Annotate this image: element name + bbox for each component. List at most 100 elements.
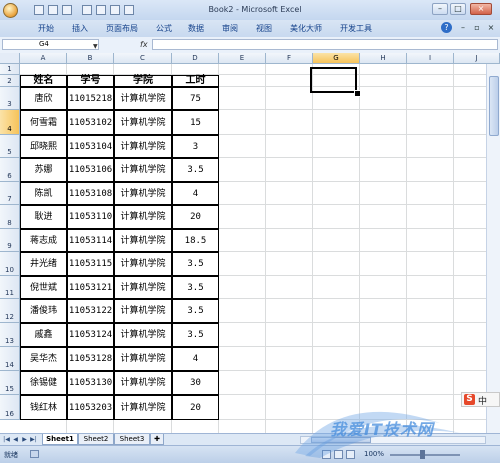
row-header-15[interactable]: 15 [0, 371, 20, 395]
cell-name[interactable]: 陈凯 [20, 182, 67, 205]
cell-student-id[interactable]: 11053102 [67, 110, 114, 135]
tab-beautify[interactable]: 美化大师 [290, 23, 322, 35]
cell-hours[interactable]: 3 [172, 135, 219, 158]
row-header-10[interactable]: 10 [0, 252, 20, 276]
cell-name[interactable]: 潘俊玮 [20, 299, 67, 323]
row-header-11[interactable]: 11 [0, 276, 20, 299]
cell-student-id[interactable]: 11053128 [67, 347, 114, 371]
cell-name[interactable]: 吴华杰 [20, 347, 67, 371]
cell-name[interactable]: 倪世斌 [20, 276, 67, 299]
cell-name[interactable]: 邱晓熙 [20, 135, 67, 158]
cell-college[interactable]: 计算机学院 [114, 158, 172, 182]
cell-college[interactable]: 计算机学院 [114, 110, 172, 135]
prev-sheet-icon[interactable]: ◀ [12, 435, 19, 444]
fill-handle[interactable] [354, 90, 361, 97]
close-button[interactable]: × [470, 3, 492, 15]
fx-icon[interactable]: fx [140, 40, 148, 49]
macro-record-icon[interactable] [30, 450, 39, 458]
header-hours[interactable]: 工时 [172, 75, 219, 87]
cell-hours[interactable]: 18.5 [172, 229, 219, 252]
vertical-scrollbar[interactable] [486, 64, 500, 433]
cell-student-id[interactable]: 11053124 [67, 323, 114, 347]
cell-hours[interactable]: 3.5 [172, 323, 219, 347]
column-header-e[interactable]: E [219, 53, 266, 64]
cell-college[interactable]: 计算机学院 [114, 347, 172, 371]
cell-student-id[interactable]: 11053110 [67, 205, 114, 229]
header-student-id[interactable]: 学号 [67, 75, 114, 87]
tab-insert[interactable]: 插入 [72, 23, 88, 35]
print-preview-icon[interactable] [96, 5, 106, 15]
row-header-14[interactable]: 14 [0, 347, 20, 371]
tab-data[interactable]: 数据 [188, 23, 204, 35]
first-sheet-icon[interactable]: |◀ [3, 435, 10, 444]
cell-student-id[interactable]: 11053106 [67, 158, 114, 182]
cell-name[interactable]: 蒋志成 [20, 229, 67, 252]
cell-hours[interactable]: 75 [172, 87, 219, 110]
ime-language[interactable]: 中 [478, 394, 487, 407]
column-header-i[interactable]: I [407, 53, 454, 64]
minimize-button[interactable]: – [432, 3, 448, 15]
cell-student-id[interactable]: 11053122 [67, 299, 114, 323]
column-header-a[interactable]: A [20, 53, 67, 64]
column-header-g[interactable]: G [313, 53, 360, 64]
cell-student-id[interactable]: 11053130 [67, 371, 114, 395]
cell-hours[interactable]: 3.5 [172, 276, 219, 299]
ribbon-minimize-icon[interactable]: – [458, 23, 468, 33]
cell-name[interactable]: 耿进 [20, 205, 67, 229]
row-header-8[interactable]: 8 [0, 205, 20, 229]
cell-name[interactable]: 徐锡健 [20, 371, 67, 395]
column-header-j[interactable]: J [454, 53, 500, 64]
column-header-b[interactable]: B [67, 53, 114, 64]
cell-student-id[interactable]: 11053203 [67, 395, 114, 420]
next-sheet-icon[interactable]: ▶ [21, 435, 28, 444]
select-all-corner[interactable] [0, 53, 20, 64]
row-header-16[interactable]: 16 [0, 395, 20, 420]
cell-name[interactable]: 井光绪 [20, 252, 67, 276]
cell-student-id[interactable]: 11053114 [67, 229, 114, 252]
office-button[interactable] [3, 3, 18, 18]
cell-college[interactable]: 计算机学院 [114, 229, 172, 252]
worksheet-grid[interactable]: ABCDEFGHIJ 1 2 3 4 5 6 7 8 9 10 11 12 13 14 15 16 姓名 学号学… [0, 53, 500, 433]
open-icon[interactable] [110, 5, 120, 15]
cell-student-id[interactable]: 11053108 [67, 182, 114, 205]
cell-student-id[interactable]: 11015218 [67, 87, 114, 110]
cell-name[interactable]: 苏娜 [20, 158, 67, 182]
column-header-d[interactable]: D [172, 53, 219, 64]
last-sheet-icon[interactable]: ▶| [30, 435, 37, 444]
active-cell-outline[interactable] [310, 67, 357, 93]
cell-hours[interactable]: 20 [172, 205, 219, 229]
quick-print-icon[interactable] [82, 5, 92, 15]
redo-icon[interactable] [62, 5, 72, 15]
cell-college[interactable]: 计算机学院 [114, 205, 172, 229]
maximize-button[interactable]: □ [450, 3, 466, 15]
cell-name[interactable]: 何雪霜 [20, 110, 67, 135]
row-header-4[interactable]: 4 [0, 110, 20, 135]
cell-hours[interactable]: 3.5 [172, 158, 219, 182]
cell-name[interactable]: 戚鑫 [20, 323, 67, 347]
row-header-3[interactable]: 3 [0, 87, 20, 110]
row-header-9[interactable]: 9 [0, 229, 20, 252]
cell-college[interactable]: 计算机学院 [114, 182, 172, 205]
row-header-1[interactable]: 1 [0, 64, 20, 75]
undo-icon[interactable] [48, 5, 58, 15]
row-header-7[interactable]: 7 [0, 182, 20, 205]
name-box[interactable]: G4 [2, 39, 99, 50]
formula-input[interactable] [152, 39, 498, 50]
tab-view[interactable]: 视图 [256, 23, 272, 35]
cell-hours[interactable]: 4 [172, 347, 219, 371]
sogou-ime-icon[interactable]: S [464, 394, 475, 405]
tab-review[interactable]: 审阅 [222, 23, 238, 35]
row-header-6[interactable]: 6 [0, 158, 20, 182]
help-icon[interactable]: ? [441, 22, 452, 33]
ribbon-close-icon[interactable]: × [486, 23, 496, 33]
ime-toolbar[interactable]: S 中 [461, 392, 500, 407]
cell-student-id[interactable]: 11053121 [67, 276, 114, 299]
cell-college[interactable]: 计算机学院 [114, 135, 172, 158]
cell-college[interactable]: 计算机学院 [114, 299, 172, 323]
cell-student-id[interactable]: 11053115 [67, 252, 114, 276]
cell-hours[interactable]: 4 [172, 182, 219, 205]
cell-college[interactable]: 计算机学院 [114, 87, 172, 110]
column-header-c[interactable]: C [114, 53, 172, 64]
save-icon[interactable] [34, 5, 44, 15]
row-header-5[interactable]: 5 [0, 135, 20, 158]
